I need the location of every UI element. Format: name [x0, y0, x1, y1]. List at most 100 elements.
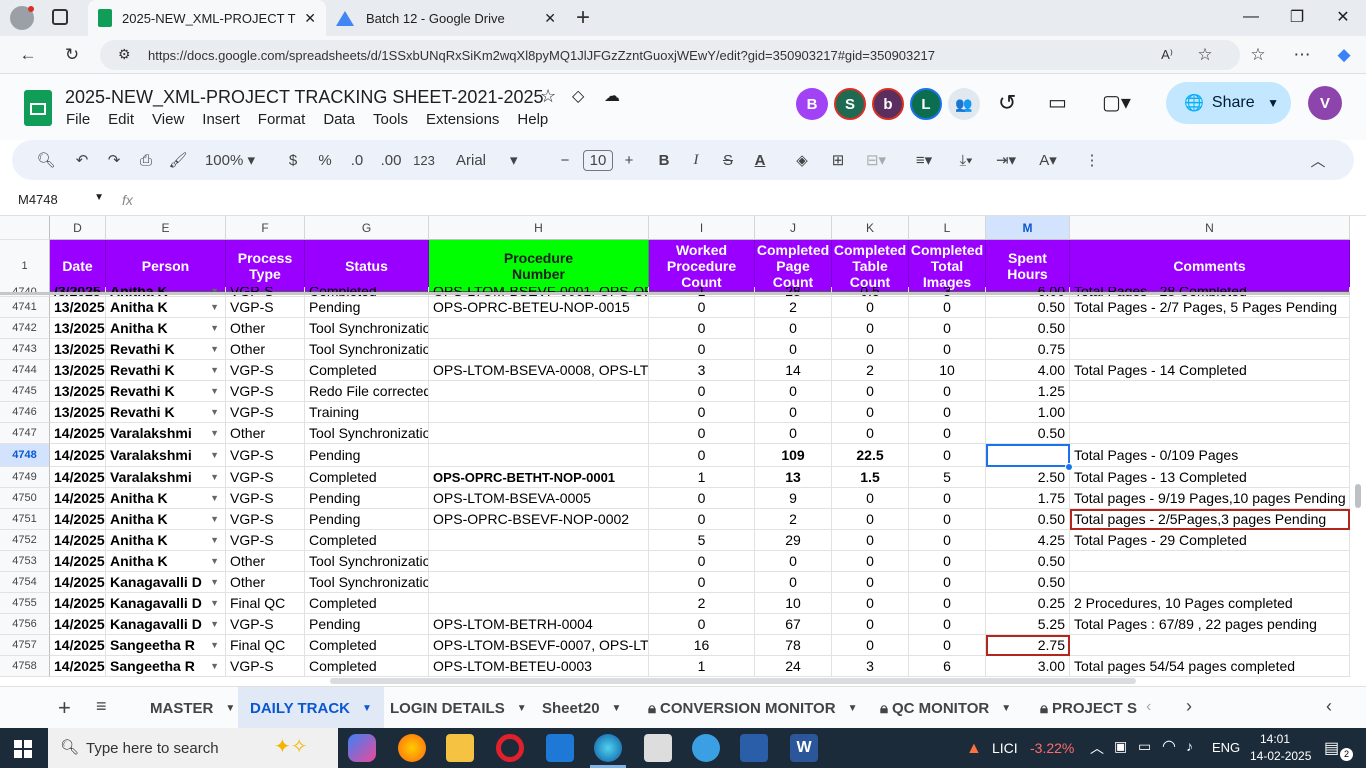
cell-process-type[interactable]: VGP-S: [226, 402, 305, 423]
cell-person[interactable]: Varalakshmi ▼: [106, 444, 226, 467]
sheet-tab-master[interactable]: MASTER ▼: [140, 687, 245, 729]
cell-table-count[interactable]: 0: [832, 297, 909, 318]
cell-status[interactable]: Completed: [305, 530, 429, 551]
cell-comments[interactable]: Total Pages - 14 Completed: [1070, 360, 1350, 381]
reload-icon[interactable]: ↻: [60, 44, 84, 66]
row-number[interactable]: 4758: [0, 656, 50, 677]
dropdown-chevron-icon[interactable]: ▼: [210, 577, 219, 587]
fill-handle[interactable]: [1065, 463, 1073, 471]
move-icon[interactable]: ◇: [572, 86, 584, 106]
strikethrough-button[interactable]: S: [716, 140, 740, 180]
menu-tools[interactable]: Tools: [373, 111, 408, 128]
cell-total-images[interactable]: 0: [909, 339, 986, 360]
cell-total-images[interactable]: 0: [909, 530, 986, 551]
new-tab-icon[interactable]: +: [576, 4, 590, 32]
copilot-icon[interactable]: ◆: [1332, 44, 1356, 66]
row-number[interactable]: 4752: [0, 530, 50, 551]
collaborator-avatar[interactable]: S: [834, 88, 866, 120]
corner-cell[interactable]: [0, 216, 50, 240]
cell-total-images[interactable]: 0: [909, 444, 986, 467]
vertical-align-icon[interactable]: ⤓▾: [950, 140, 982, 180]
cell-person[interactable]: Revathi K ▼: [106, 360, 226, 381]
side-panel-toggle-icon[interactable]: ‹: [1326, 696, 1332, 717]
dropdown-chevron-icon[interactable]: ▼: [210, 535, 219, 545]
dropdown-chevron-icon[interactable]: ▼: [210, 598, 219, 608]
decrease-decimal-button[interactable]: .0: [344, 140, 370, 180]
cell-date[interactable]: 14/2025: [50, 444, 106, 467]
cell-status[interactable]: Tool Synchronization: [305, 572, 429, 593]
cell-comments[interactable]: [1070, 635, 1350, 656]
dropdown-chevron-icon[interactable]: ▼: [210, 302, 219, 312]
header-completed-page-count[interactable]: Completed Page Count: [755, 240, 832, 293]
cell-date[interactable]: 14/2025: [50, 593, 106, 614]
cell-person[interactable]: Varalakshmi ▼: [106, 423, 226, 444]
language-indicator[interactable]: ENG: [1212, 740, 1240, 755]
cell-worked-count[interactable]: 0: [649, 402, 755, 423]
cell-date[interactable]: 14/2025: [50, 423, 106, 444]
cell-procedure-number[interactable]: OPS-LTOM-BETEU-0003: [429, 656, 649, 677]
cell-spent-hours[interactable]: 1.25: [986, 381, 1070, 402]
column-header-h[interactable]: H: [429, 216, 649, 240]
add-sheet-icon[interactable]: +: [58, 695, 71, 721]
cell-process-type[interactable]: VGP-S: [226, 614, 305, 635]
menu-insert[interactable]: Insert: [202, 111, 240, 128]
row-number[interactable]: 4744: [0, 360, 50, 381]
text-wrap-icon[interactable]: ⇥▾: [990, 140, 1022, 180]
cell-table-count[interactable]: 0: [832, 551, 909, 572]
font-select[interactable]: Arial ▾: [456, 140, 546, 180]
cell-table-count[interactable]: 0: [832, 509, 909, 530]
cell-worked-count[interactable]: 0: [649, 509, 755, 530]
cell-status[interactable]: Pending: [305, 444, 429, 467]
sheets-logo-icon[interactable]: [24, 90, 52, 126]
cell-comments[interactable]: Total Pages - 13 Completed: [1070, 467, 1350, 488]
cell-procedure-number[interactable]: [429, 572, 649, 593]
cell-date[interactable]: 13/2025: [50, 297, 106, 318]
favorite-star-icon[interactable]: ☆: [1193, 44, 1217, 66]
cell-process-type[interactable]: VGP-S: [226, 467, 305, 488]
cell-page-count[interactable]: 2: [755, 297, 832, 318]
cell-spent-hours[interactable]: 4.00: [986, 360, 1070, 381]
site-info-icon[interactable]: ⚙: [118, 46, 131, 63]
cell-date[interactable]: 14/2025: [50, 530, 106, 551]
row-number[interactable]: 4749: [0, 467, 50, 488]
dropdown-chevron-icon[interactable]: ▼: [210, 640, 219, 650]
dropdown-chevron-icon[interactable]: ▼: [210, 493, 219, 503]
cell-worked-count[interactable]: 0: [649, 572, 755, 593]
cell-date[interactable]: 13/2025: [50, 339, 106, 360]
mail-icon[interactable]: [546, 734, 574, 762]
cell-process-type[interactable]: VGP-S: [226, 381, 305, 402]
header-date[interactable]: Date: [50, 240, 106, 293]
cell-worked-count[interactable]: 1: [649, 467, 755, 488]
cell-procedure-number[interactable]: [429, 339, 649, 360]
cell-total-images[interactable]: 0: [909, 593, 986, 614]
cell-status[interactable]: Completed: [305, 593, 429, 614]
cell-worked-count[interactable]: 0: [649, 614, 755, 635]
cell-page-count[interactable]: 0: [755, 402, 832, 423]
cell-table-count[interactable]: 0: [832, 572, 909, 593]
column-header-d[interactable]: D: [50, 216, 106, 240]
close-window-icon[interactable]: ✕: [1320, 0, 1366, 34]
file-explorer-icon[interactable]: [446, 734, 474, 762]
cell-total-images[interactable]: 0: [909, 318, 986, 339]
cell-table-count[interactable]: 0: [832, 423, 909, 444]
cell-total-images[interactable]: 10: [909, 360, 986, 381]
cell-process-type[interactable]: VGP-S: [226, 444, 305, 467]
header-worked-procedure-count[interactable]: Worked Procedure Count: [649, 240, 755, 293]
cell-spent-hours[interactable]: 3.00: [986, 656, 1070, 677]
all-sheets-icon[interactable]: ≡: [96, 696, 107, 717]
cell-date[interactable]: 13/2025: [50, 402, 106, 423]
version-history-icon[interactable]: ↺: [998, 90, 1016, 116]
tab-actions-icon[interactable]: [52, 9, 68, 25]
sheet-tab-sheet20[interactable]: Sheet20 ▼: [532, 687, 631, 729]
cell-table-count[interactable]: 0: [832, 488, 909, 509]
dropdown-chevron-icon[interactable]: ▼: [210, 450, 219, 460]
cell-procedure-number[interactable]: OPS-OPRC-BETEU-NOP-0015: [429, 297, 649, 318]
merge-cells-icon[interactable]: ⊟▾: [858, 140, 894, 180]
collaborator-avatar[interactable]: b: [872, 88, 904, 120]
cell-status[interactable]: Tool Synchronization: [305, 339, 429, 360]
cell-worked-count[interactable]: 5: [649, 530, 755, 551]
user-avatar[interactable]: V: [1308, 86, 1342, 120]
dropdown-chevron-icon[interactable]: ▼: [210, 556, 219, 566]
cell-person[interactable]: Kanagavalli D ▼: [106, 572, 226, 593]
cell-table-count[interactable]: 0: [832, 381, 909, 402]
